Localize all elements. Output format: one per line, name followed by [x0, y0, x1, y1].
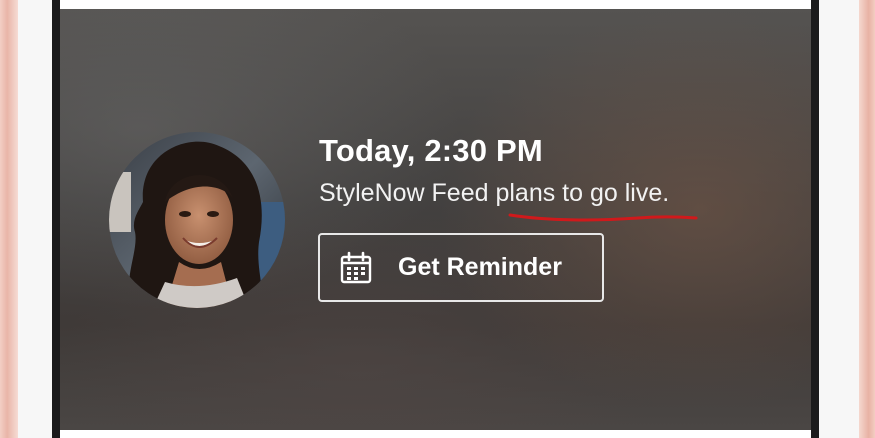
phone-frame-right: [859, 0, 875, 438]
feed-divider-bottom: [60, 430, 811, 438]
highlighted-phrase: plans to go live: [495, 179, 663, 207]
live-video-notification-card[interactable]: Today, 2:30 PM StyleNow Feed plans to go…: [60, 9, 811, 430]
live-schedule-time: Today, 2:30 PM: [319, 133, 543, 168]
phone-bezel-right: [819, 0, 859, 438]
profile-photo: [109, 132, 285, 308]
phone-bezel-left: [18, 0, 52, 438]
phone-screenshot: Today, 2:30 PM StyleNow Feed plans to go…: [0, 0, 875, 438]
avatar[interactable]: [109, 132, 285, 308]
red-underline-annotation: [508, 213, 698, 222]
phone-screen: Today, 2:30 PM StyleNow Feed plans to go…: [52, 0, 819, 438]
live-announcement-text: StyleNow Feed plans to go live.: [319, 179, 669, 208]
feed-divider-top: [60, 0, 811, 9]
get-reminder-label: Get Reminder: [398, 253, 562, 281]
calendar-icon: [340, 251, 372, 284]
subtitle-period: .: [662, 179, 670, 207]
page-name[interactable]: StyleNow Feed: [319, 179, 495, 207]
get-reminder-button[interactable]: Get Reminder: [318, 233, 604, 302]
phone-frame-left: [0, 0, 18, 438]
